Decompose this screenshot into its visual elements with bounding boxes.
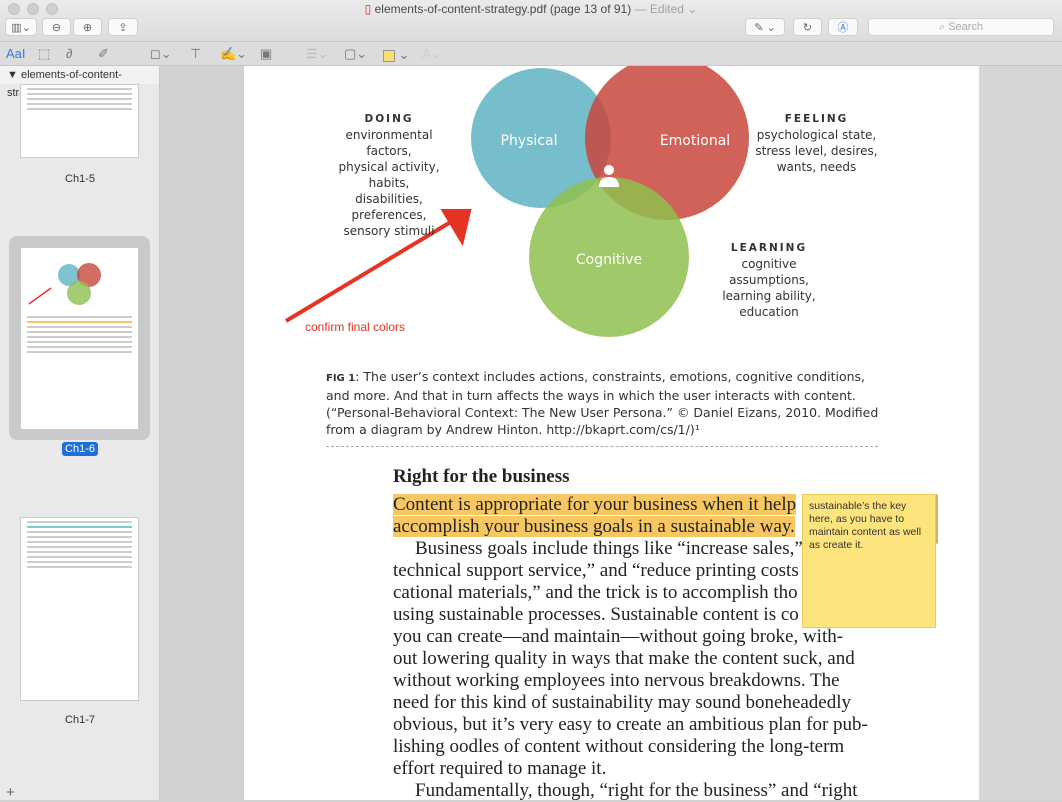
learning-label: LEARNING cognitive assumptions, learning a…	[722, 242, 816, 319]
sketch-icon[interactable]: ∂	[66, 46, 72, 61]
thumbnail-sidebar: ▼ elements-of-content-strategy... Ch1-5 …	[0, 66, 160, 800]
text-line: Fundamentally, though, “right for the bu…	[415, 780, 858, 801]
figure-caption: FIG 1: The user’s context includes actio…	[326, 369, 879, 437]
markup-pen-button[interactable]: ✎ ⌄	[745, 18, 785, 36]
feeling-label: FEELING psychological state, stress level,…	[755, 113, 878, 174]
text-box-icon[interactable]: ⊤	[190, 46, 201, 62]
text-line: obvious, but it’s very easy to create an…	[393, 714, 868, 735]
shapes-icon[interactable]: ◻⌄	[150, 46, 172, 62]
zoom-in-icon: ⊕	[82, 21, 93, 34]
sidebar-icon: ▥⌄	[11, 21, 31, 34]
note-icon[interactable]: ▣	[260, 46, 272, 62]
divider	[326, 446, 878, 447]
highlighted-text[interactable]: accomplish your business goals in a sust…	[393, 516, 795, 537]
disclosure-triangle-icon[interactable]: ▼	[7, 69, 18, 81]
zoom-out-icon: ⊖	[51, 21, 62, 34]
share-icon: ⇪	[118, 21, 128, 34]
thumbnail-venn	[28, 263, 101, 305]
edited-menu[interactable]: — Edited ⌄	[635, 2, 698, 16]
text-line: effort required to manage it.	[393, 758, 607, 779]
sidebar-toggle-button[interactable]: ▥⌄	[5, 18, 37, 36]
thumbnail-label: Ch1-5	[65, 173, 95, 185]
venn-label-physical: Physical	[501, 133, 558, 149]
line-style-icon[interactable]: ☰⌄	[306, 46, 329, 62]
zoom-in-button[interactable]: ⊕	[73, 18, 102, 36]
document-background	[979, 66, 1062, 800]
pdf-icon: ▯	[364, 2, 372, 16]
search-input[interactable]: ⌕ Search	[868, 18, 1054, 36]
pen-icon: ✎ ⌄	[754, 21, 776, 34]
thumbnail-label: Ch1-7	[65, 714, 95, 726]
add-button[interactable]: +	[6, 784, 15, 801]
title-bar: ▯ elements-of-content-strategy.pdf (page…	[0, 0, 1062, 42]
highlighted-text[interactable]: Content is appropriate for your business…	[393, 494, 797, 515]
fill-color-button[interactable]: ⌄	[383, 47, 410, 63]
rotate-icon: ↻	[802, 21, 813, 34]
annotation-text[interactable]: confirm final colors	[305, 320, 405, 334]
sticky-note[interactable]: sustainable’s the key here, as you have …	[802, 494, 936, 628]
venn-label-emotional: Emotional	[660, 133, 730, 149]
draw-icon[interactable]: ✐	[98, 46, 109, 62]
zoom-out-button[interactable]: ⊖	[42, 18, 71, 36]
border-color-icon[interactable]: ▢⌄	[344, 46, 367, 62]
window-title: ▯ elements-of-content-strategy.pdf (page…	[364, 2, 698, 16]
text-line: you can create—and maintain—without goin…	[393, 626, 844, 647]
color-swatch-icon	[383, 49, 395, 62]
search-icon: ⌕	[938, 21, 946, 33]
thumbnail-ch1-7[interactable]	[20, 517, 139, 701]
text-line: need for this kind of sustainability may…	[393, 692, 852, 713]
rotate-button[interactable]: ↻	[793, 18, 822, 36]
thumbnail-label: Ch1-6	[0, 442, 160, 456]
text-selection-tool[interactable]: AaI	[6, 46, 26, 61]
text-line: without working employees into nervous b…	[393, 670, 840, 691]
section-heading: Right for the business	[393, 466, 570, 487]
text-style-icon[interactable]: A⌄	[422, 46, 442, 62]
share-button[interactable]: ⇪	[108, 18, 138, 36]
signature-icon[interactable]: ✍⌄	[220, 46, 247, 62]
thumbnail-ch1-6[interactable]	[20, 247, 139, 430]
doing-label: DOING environmental factors, physical acti…	[338, 113, 440, 238]
markup-toolbar: AaI ⬚ ∂ ✐ ◻⌄ ⊤ ✍⌄ ▣ ☰⌄ ▢⌄ ⌄ A⌄	[0, 42, 1062, 66]
markup-circle-icon: Ⓐ	[837, 22, 849, 34]
text-line: lishing oodles of content without consid…	[393, 736, 845, 757]
pdf-page: Physical Emotional Cognitive DOING enviro…	[244, 66, 979, 801]
venn-label-cognitive: Cognitive	[576, 252, 642, 268]
markup-toolbar-button[interactable]: Ⓐ	[828, 18, 858, 36]
thumbnail-ch1-5[interactable]	[20, 84, 139, 158]
text-line: out lowering quality in ways that make t…	[393, 648, 855, 669]
rectangle-selection-icon[interactable]: ⬚	[38, 46, 50, 62]
document-header[interactable]: ▼ elements-of-content-strategy...	[0, 66, 159, 99]
